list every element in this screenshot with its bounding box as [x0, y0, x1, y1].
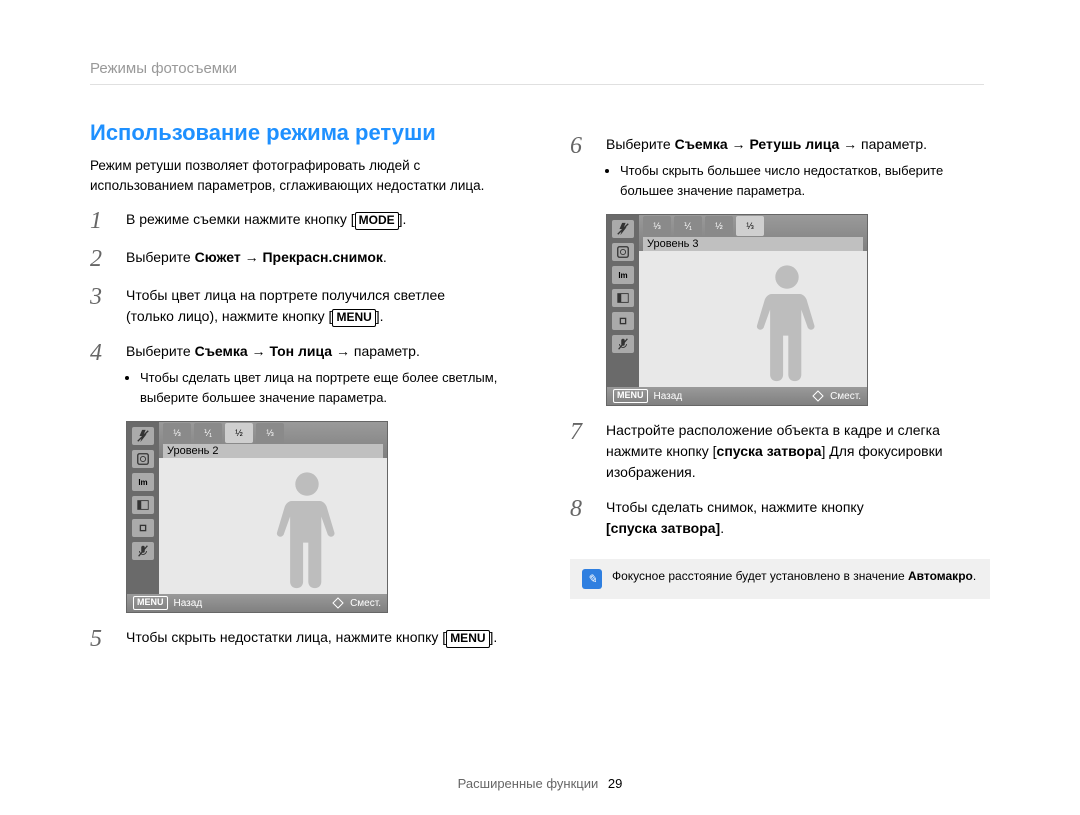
- page-number: 29: [608, 776, 622, 791]
- menu-button-label: MENU: [332, 309, 375, 327]
- step-number: 6: [570, 134, 592, 200]
- dpad-icon: [812, 390, 824, 402]
- dpad-icon: [332, 597, 344, 609]
- step-bold: [спуска затвора]: [606, 520, 720, 536]
- step-bullet: Чтобы сделать цвет лица на портрете еще …: [140, 368, 520, 407]
- step-bold: Сюжет → Прекрасн.снимок: [195, 249, 383, 265]
- step-text: Выберите: [126, 249, 195, 265]
- step-bullet: Чтобы скрыть большее число недостатков, …: [620, 161, 990, 200]
- header-underline: [90, 84, 984, 85]
- camera-screen-level3: Im ⅓ ⅟₁ ½ ⅓ Уровень 3 MENU Назад: [606, 214, 868, 406]
- lcd-statusbar: MENU Назад Смест.: [607, 387, 867, 405]
- footer: Расширенные функции 29: [0, 776, 1080, 791]
- level-label: Уровень 2: [163, 444, 383, 458]
- step-text: Выберите: [606, 136, 675, 152]
- left-column: Использование режима ретуши Режим ретуши…: [90, 120, 520, 665]
- step-text-line2b: ].: [376, 308, 384, 324]
- move-label: Смест.: [350, 598, 381, 609]
- level-option-1[interactable]: ⅟₁: [674, 216, 702, 236]
- breadcrumb: Режимы фотосъемки: [90, 60, 237, 77]
- resolution-icon: Im: [132, 473, 154, 491]
- step-8: 8 Чтобы сделать снимок, нажмите кнопку […: [570, 497, 990, 539]
- footer-label: Расширенные функции: [458, 776, 599, 791]
- step-1: 1 В режиме съемки нажмите кнопку [MODE].: [90, 209, 520, 233]
- step-bold: Съемка → Ретушь лица: [675, 136, 840, 152]
- camera-screen-level2: Im ⅓ ⅟₁ ½ ⅓ Уровень 2 MENU Назад: [126, 421, 388, 613]
- step-number: 1: [90, 209, 112, 233]
- focus-area-icon: [612, 312, 634, 330]
- back-label: Назад: [654, 391, 683, 402]
- note-text-a: Фокусное расстояние будет установлено в …: [612, 569, 908, 583]
- step-text-end: → параметр.: [332, 343, 420, 359]
- lcd-sidebar: Im: [127, 422, 159, 594]
- person-silhouette-icon: [737, 255, 837, 385]
- focus-area-icon: [132, 519, 154, 537]
- note-text-b: .: [973, 569, 976, 583]
- step-2: 2 Выберите Сюжет → Прекрасн.снимок.: [90, 247, 520, 271]
- section-title: Использование режима ретуши: [90, 120, 520, 146]
- level-option-2-selected[interactable]: ½: [225, 423, 253, 443]
- step-number: 3: [90, 285, 112, 327]
- level-option-2[interactable]: ½: [705, 216, 733, 236]
- step-5: 5 Чтобы скрыть недостатки лица, нажмите …: [90, 627, 520, 651]
- resolution-icon: Im: [612, 266, 634, 284]
- note-box: ✎ Фокусное расстояние будет установлено …: [570, 559, 990, 599]
- menu-button-label: MENU: [446, 630, 489, 648]
- quality-icon: [132, 496, 154, 514]
- menu-button-label: MENU: [133, 596, 168, 610]
- flash-off-icon: [132, 427, 154, 445]
- step-text-line1: Чтобы цвет лица на портрете получился св…: [126, 285, 520, 306]
- step-bold: спуска затвора: [717, 443, 822, 459]
- step-text-line2a: (только лицо), нажмите кнопку [: [126, 308, 332, 324]
- step-3: 3 Чтобы цвет лица на портрете получился …: [90, 285, 520, 327]
- step-text-end: ].: [490, 629, 498, 645]
- step-text: Чтобы скрыть недостатки лица, нажмите кн…: [126, 629, 446, 645]
- step-4: 4 Выберите Съемка → Тон лица → параметр.…: [90, 341, 520, 407]
- move-label: Смест.: [830, 391, 861, 402]
- level-option-0[interactable]: ⅓: [643, 216, 671, 236]
- step-number: 2: [90, 247, 112, 271]
- note-bold: Автомакро: [908, 569, 973, 583]
- step-number: 7: [570, 420, 592, 483]
- face-detect-icon: [612, 243, 634, 261]
- quality-icon: [612, 289, 634, 307]
- flash-off-icon: [612, 220, 634, 238]
- level-option-3-selected[interactable]: ⅓: [736, 216, 764, 236]
- step-bold: Съемка → Тон лица: [195, 343, 332, 359]
- step-number: 4: [90, 341, 112, 407]
- intro-text: Режим ретуши позволяет фотографировать л…: [90, 156, 520, 195]
- menu-button-label: MENU: [613, 389, 648, 403]
- step-number: 8: [570, 497, 592, 539]
- note-text: Фокусное расстояние будет установлено в …: [612, 569, 976, 583]
- step-number: 5: [90, 627, 112, 651]
- mic-off-icon: [132, 542, 154, 560]
- step-text-a: Чтобы сделать снимок, нажмите кнопку: [606, 497, 990, 518]
- level-option-0[interactable]: ⅓: [163, 423, 191, 443]
- step-text-end: → параметр.: [839, 136, 927, 152]
- lcd-statusbar: MENU Назад Смест.: [127, 594, 387, 612]
- step-text-end: .: [383, 249, 387, 265]
- mode-button-label: MODE: [355, 212, 399, 230]
- level-option-3[interactable]: ⅓: [256, 423, 284, 443]
- back-label: Назад: [174, 598, 203, 609]
- person-silhouette-icon: [257, 462, 357, 592]
- step-7: 7 Настройте расположение объекта в кадре…: [570, 420, 990, 483]
- lcd-sidebar: Im: [607, 215, 639, 387]
- step-text: Выберите: [126, 343, 195, 359]
- step-text: В режиме съемки нажмите кнопку [: [126, 211, 355, 227]
- step-6: 6 Выберите Съемка → Ретушь лица → параме…: [570, 134, 990, 200]
- step-text-b: .: [720, 520, 724, 536]
- face-detect-icon: [132, 450, 154, 468]
- right-column: 6 Выберите Съемка → Ретушь лица → параме…: [570, 120, 990, 599]
- level-label: Уровень 3: [643, 237, 863, 251]
- level-option-1[interactable]: ⅟₁: [194, 423, 222, 443]
- step-text-end: ].: [399, 211, 407, 227]
- mic-off-icon: [612, 335, 634, 353]
- note-icon: ✎: [582, 569, 602, 589]
